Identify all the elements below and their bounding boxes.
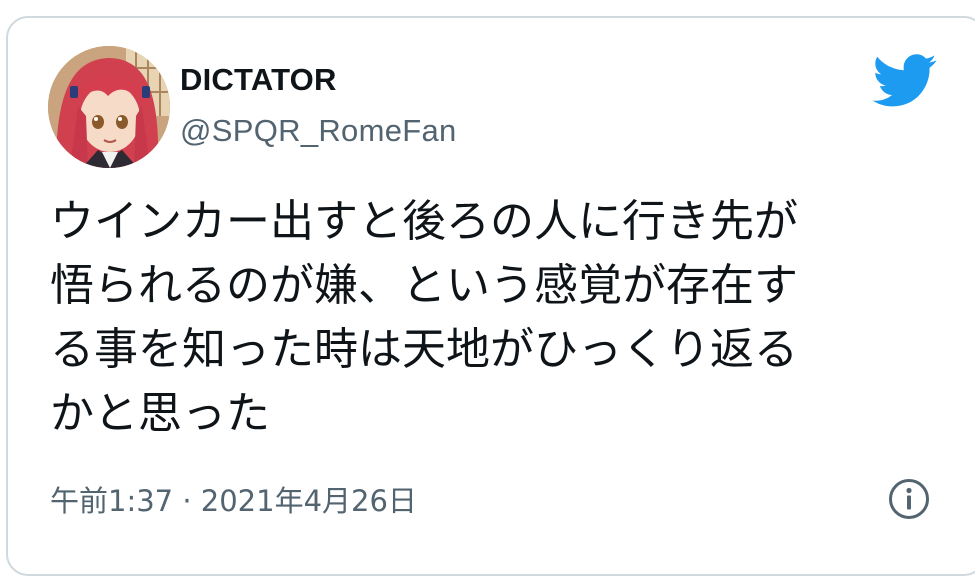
info-icon[interactable] [888,478,930,520]
avatar[interactable] [48,46,170,168]
tweet-card[interactable]: DICTATOR @SPQR_RomeFan ウインカー出すと後ろの人に行き先が… [6,16,975,576]
anime-girl-avatar-icon [48,46,170,168]
author-handle[interactable]: @SPQR_RomeFan [180,113,457,149]
twitter-bird-icon[interactable] [872,54,938,108]
tweet-timestamp[interactable]: 午前1:37 · 2021年4月26日 [50,478,417,520]
author-display-name[interactable]: DICTATOR [180,62,337,98]
tweet-text: ウインカー出すと後ろの人に行き先が 悟られるのが嫌、という感覚が存在す る事を知… [50,196,798,439]
